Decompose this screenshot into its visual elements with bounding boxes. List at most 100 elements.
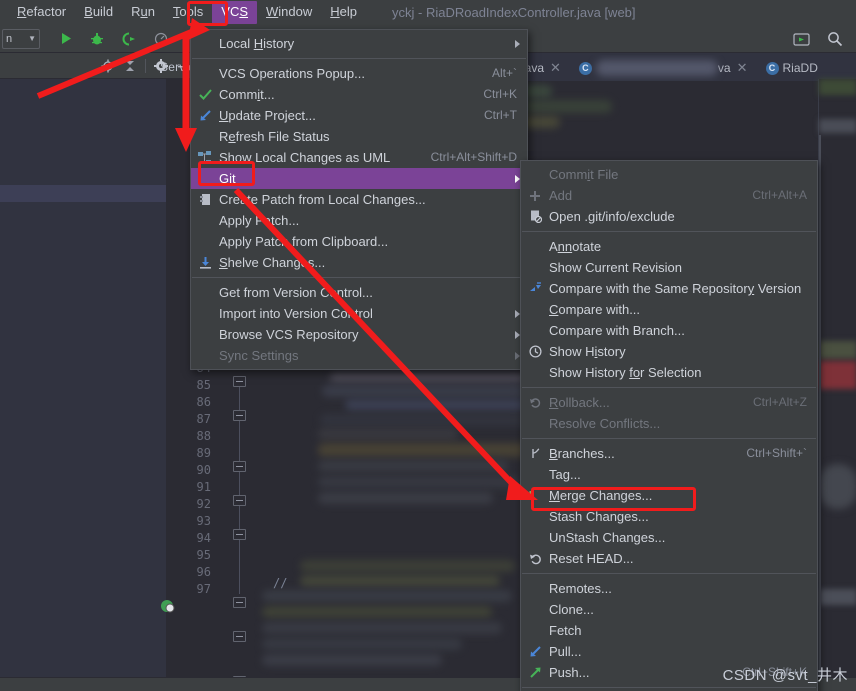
menubar-item-window[interactable]: Window xyxy=(257,1,321,24)
fold-marker[interactable] xyxy=(233,495,246,506)
menu-item-apply-patch-from-clipboard[interactable]: Apply Patch from Clipboard... xyxy=(191,231,527,252)
menubar-item-tools[interactable]: Tools xyxy=(164,1,212,24)
menu-shortcut: Ctrl+Shift+` xyxy=(746,446,807,460)
git-submenu[interactable]: Commit File Add Ctrl+Alt+A Open .git/inf… xyxy=(520,160,818,691)
fold-marker[interactable] xyxy=(233,529,246,540)
close-icon[interactable]: ✕ xyxy=(737,60,748,76)
menu-item-stash-changes[interactable]: Stash Changes... xyxy=(521,506,817,527)
line-number: 97 xyxy=(196,582,211,596)
menu-item-show-local-changes-as-uml[interactable]: Show Local Changes as UML Ctrl+Alt+Shift… xyxy=(191,147,527,168)
menu-separator xyxy=(522,687,816,688)
menu-item-show-history-for-selection[interactable]: Show History for Selection xyxy=(521,362,817,383)
run-coverage-icon[interactable] xyxy=(118,28,140,50)
toolbar-divider xyxy=(145,58,146,73)
menu-item-sync-settings: Sync Settings xyxy=(191,345,527,366)
run-configuration-selector[interactable]: n ▼ xyxy=(2,28,40,49)
menu-item-show-current-revision[interactable]: Show Current Revision xyxy=(521,257,817,278)
fold-marker[interactable] xyxy=(233,597,246,608)
menu-item-apply-patch[interactable]: Apply Patch... xyxy=(191,210,527,231)
run-icon[interactable] xyxy=(54,28,76,50)
line-number: 91 xyxy=(196,480,211,494)
menu-separator xyxy=(522,573,816,574)
menu-label: UnStash Changes... xyxy=(549,530,666,545)
menu-item-local-history[interactable]: Local History xyxy=(191,33,527,54)
menu-item-tag[interactable]: Tag... xyxy=(521,464,817,485)
menu-item-annotate[interactable]: Annotate xyxy=(521,236,817,257)
menubar-item-vcs[interactable]: VCS xyxy=(212,1,258,24)
profile-icon[interactable] xyxy=(150,28,172,50)
tab-label-suffix: va xyxy=(717,61,731,75)
menubar-item-run[interactable]: Run xyxy=(122,1,164,24)
fold-marker[interactable] xyxy=(233,461,246,472)
minimap-band xyxy=(819,341,856,359)
close-icon[interactable]: ✕ xyxy=(550,60,561,76)
scrollbar-track[interactable] xyxy=(819,135,821,675)
menu-item-create-patch[interactable]: Create Patch from Local Changes... xyxy=(191,189,527,210)
menu-item-browse-vcs-repository[interactable]: Browse VCS Repository xyxy=(191,324,527,345)
menu-separator xyxy=(192,58,526,59)
services-tool-window[interactable] xyxy=(0,79,166,677)
menu-item-rollback: Rollback... Ctrl+Alt+Z xyxy=(521,392,817,413)
menu-item-refresh-file-status[interactable]: Refresh File Status xyxy=(191,126,527,147)
fold-marker[interactable] xyxy=(233,631,246,642)
menu-label: Browse VCS Repository xyxy=(219,327,359,342)
menu-label: Compare with Branch... xyxy=(549,323,685,338)
menu-item-reset-head[interactable]: Reset HEAD... xyxy=(521,548,817,569)
line-number: 86 xyxy=(196,395,211,409)
menu-label: Push... xyxy=(549,665,590,680)
menu-label: Pull... xyxy=(549,644,582,659)
menu-label: Show Local Changes as UML xyxy=(219,150,391,165)
menu-item-open-git-info-exclude[interactable]: Open .git/info/exclude xyxy=(521,206,817,227)
editor-tab[interactable]: C va ✕ xyxy=(575,55,752,81)
menu-label: Tag... xyxy=(549,467,581,482)
chevron-right-icon xyxy=(515,39,520,48)
menubar-item-build[interactable]: Build xyxy=(75,1,122,24)
fold-marker[interactable] xyxy=(233,410,246,421)
minimap-thumb[interactable] xyxy=(819,464,856,509)
menu-label: Resolve Conflicts... xyxy=(549,416,661,431)
debug-icon[interactable] xyxy=(86,28,108,50)
menu-item-show-history[interactable]: Show History xyxy=(521,341,817,362)
menu-label: Clone... xyxy=(549,602,594,617)
menu-item-get-from-version-control[interactable]: Get from Version Control... xyxy=(191,282,527,303)
vcs-dropdown-menu[interactable]: Local History VCS Operations Popup... Al… xyxy=(190,29,528,370)
code-fragment-comment: // xyxy=(273,576,288,590)
menu-item-update-project[interactable]: Update Project... Ctrl+T xyxy=(191,105,527,126)
locate-icon[interactable] xyxy=(97,56,119,76)
menu-item-compare-with[interactable]: Compare with... xyxy=(521,299,817,320)
menu-item-unstash-changes[interactable]: UnStash Changes... xyxy=(521,527,817,548)
line-number: 94 xyxy=(196,531,211,545)
editor-minimap[interactable] xyxy=(818,79,856,677)
fold-marker[interactable] xyxy=(233,376,246,387)
menu-item-git[interactable]: Git xyxy=(191,168,527,189)
line-number: 92 xyxy=(196,497,211,511)
toolbar-right-group xyxy=(788,28,856,50)
window-title: yckj - RiaDRoadIndexController.java [web… xyxy=(392,5,636,20)
menu-item-remotes[interactable]: Remotes... xyxy=(521,578,817,599)
menu-item-clone[interactable]: Clone... xyxy=(521,599,817,620)
minimap-band xyxy=(819,589,856,605)
collapse-all-icon[interactable] xyxy=(119,56,141,76)
run-anything-icon[interactable] xyxy=(790,28,812,50)
menu-item-compare-with-same-repository-version[interactable]: Compare with the Same Repository Version xyxy=(521,278,817,299)
watermark: CSDN @svt_井木 xyxy=(722,667,848,684)
menubar-item-refactor[interactable]: Refactor xyxy=(8,1,75,24)
editor-tab[interactable]: C RiaDD xyxy=(762,55,822,81)
menu-item-branches[interactable]: Branches... Ctrl+Shift+` xyxy=(521,443,817,464)
search-everywhere-icon[interactable] xyxy=(824,28,846,50)
menu-item-shelve-changes[interactable]: Shelve Changes... xyxy=(191,252,527,273)
menubar-item-help[interactable]: Help xyxy=(321,1,366,24)
menu-item-commit[interactable]: Commit... Ctrl+K xyxy=(191,84,527,105)
menu-label: Import into Version Control xyxy=(219,306,373,321)
menu-separator xyxy=(522,438,816,439)
services-selected-row[interactable] xyxy=(0,185,166,202)
menu-label: Apply Patch... xyxy=(219,213,300,228)
menu-item-pull[interactable]: Pull... xyxy=(521,641,817,662)
push-arrow-icon xyxy=(527,665,543,681)
menu-item-compare-with-branch[interactable]: Compare with Branch... xyxy=(521,320,817,341)
menu-item-merge-changes[interactable]: Merge Changes... xyxy=(521,485,817,506)
menu-item-import-into-version-control[interactable]: Import into Version Control xyxy=(191,303,527,324)
menu-item-vcs-operations-popup[interactable]: VCS Operations Popup... Alt+` xyxy=(191,63,527,84)
menu-item-fetch[interactable]: Fetch xyxy=(521,620,817,641)
gutter-icon-bean[interactable] xyxy=(160,598,176,614)
